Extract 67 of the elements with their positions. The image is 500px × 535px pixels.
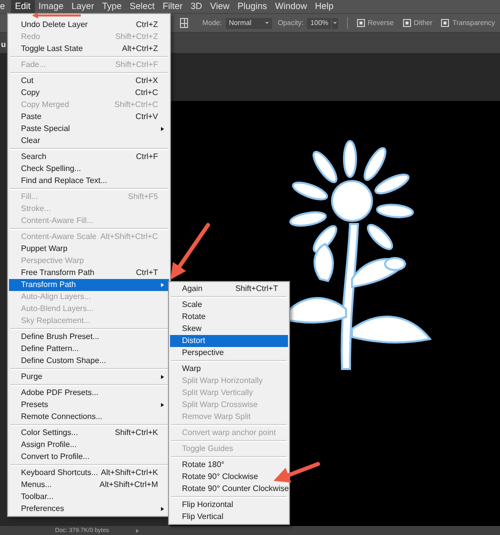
menu-item[interactable]: Rotate <box>170 311 288 323</box>
menu-item[interactable]: Menus... Alt+Shift+Ctrl+M <box>9 479 169 491</box>
menu-item[interactable]: Keyboard Shortcuts... Alt+Shift+Ctrl+K <box>9 467 169 479</box>
menu-item[interactable]: Assign Profile... <box>9 439 169 451</box>
menu-item[interactable]: Help <box>311 0 338 13</box>
menu-item[interactable]: Again Shift+Ctrl+T <box>170 283 288 295</box>
annotation-arrow <box>170 223 210 280</box>
submenu-arrow-icon <box>161 127 164 131</box>
checkbox[interactable] <box>356 19 365 27</box>
menu-item[interactable]: Plugins <box>233 0 271 13</box>
menu-item[interactable]: Paste Ctrl+V <box>9 111 169 123</box>
menu-item[interactable]: Warp <box>170 363 288 375</box>
menu-item[interactable]: Skew <box>170 323 288 335</box>
menu-item[interactable]: Flip Vertical <box>170 511 288 523</box>
menu-item[interactable]: Presets <box>9 399 169 411</box>
menu-item[interactable]: Remote Connections... <box>9 411 169 423</box>
caret-icon <box>264 22 269 24</box>
grid-icon[interactable] <box>180 18 188 28</box>
menu-item[interactable]: View <box>206 0 234 13</box>
checkbox[interactable] <box>402 19 411 27</box>
menu-item[interactable]: Perspective <box>170 347 288 359</box>
menu-item[interactable]: Search Ctrl+F <box>9 151 169 163</box>
menu-item[interactable]: Purge <box>9 371 169 383</box>
caret-icon <box>333 22 338 24</box>
menu-item[interactable]: Scale <box>170 299 288 311</box>
opacity-dropdown-button[interactable] <box>332 18 338 28</box>
menu-item[interactable]: Puppet Warp <box>9 243 169 255</box>
submenu-arrow-icon <box>161 403 164 407</box>
menu-item[interactable]: Rotate 180° <box>170 459 288 471</box>
menu-item[interactable]: Type <box>98 0 126 13</box>
annotation-arrow <box>32 12 81 18</box>
menu-item[interactable]: Filter <box>158 0 187 13</box>
menu-item[interactable]: Image <box>34 0 68 13</box>
menu-item[interactable]: Cut Ctrl+X <box>9 75 169 87</box>
menu-item[interactable]: Preferences <box>9 503 169 515</box>
menu-item[interactable]: Edit <box>11 0 35 13</box>
menu-item[interactable]: Find and Replace Text... <box>9 175 169 187</box>
menu-item[interactable]: Convert to Profile... <box>9 451 169 463</box>
menu-item[interactable]: Define Brush Preset... <box>9 331 169 343</box>
menu-item[interactable]: Layer <box>68 0 98 13</box>
document-tab[interactable]: u <box>0 40 6 53</box>
menu-item[interactable]: Flip Horizontal <box>170 499 288 511</box>
menu-item[interactable]: Define Pattern... <box>9 343 169 355</box>
menu-item[interactable]: Window <box>271 0 312 13</box>
submenu-arrow-icon <box>161 375 164 379</box>
menu-item[interactable]: Clear <box>9 135 169 147</box>
menu-item[interactable]: Define Custom Shape... <box>9 355 169 367</box>
menu-item[interactable]: 3D <box>186 0 206 13</box>
menu-item[interactable]: Copy Ctrl+C <box>9 87 169 99</box>
checkbox[interactable] <box>441 19 450 27</box>
submenu-arrow-icon <box>161 507 164 511</box>
menu-item[interactable]: Free Transform Path Ctrl+T <box>9 267 169 279</box>
menu-item[interactable]: Distort <box>170 335 288 347</box>
menu-item[interactable]: Select <box>126 0 159 13</box>
menu-item[interactable]: Paste Special <box>9 123 169 135</box>
menu-item[interactable]: Toolbar... <box>9 491 169 503</box>
menu-item[interactable]: Toggle Last State Alt+Ctrl+Z <box>9 43 169 55</box>
menu-item[interactable]: Color Settings... Shift+Ctrl+K <box>9 427 169 439</box>
annotation-arrow <box>274 462 320 483</box>
menu-item[interactable]: e <box>0 0 10 13</box>
menu-item[interactable]: Undo Delete Layer Ctrl+Z <box>9 19 169 31</box>
menu-item[interactable]: Rotate 90° Counter Clockwise <box>170 483 288 495</box>
submenu-arrow-icon <box>161 283 164 287</box>
menu-item[interactable]: Check Spelling... <box>9 163 169 175</box>
expand-arrow-icon[interactable] <box>136 528 140 532</box>
menu-item[interactable]: Transform Path <box>9 279 169 291</box>
menu-item[interactable]: Adobe PDF Presets... <box>9 387 169 399</box>
